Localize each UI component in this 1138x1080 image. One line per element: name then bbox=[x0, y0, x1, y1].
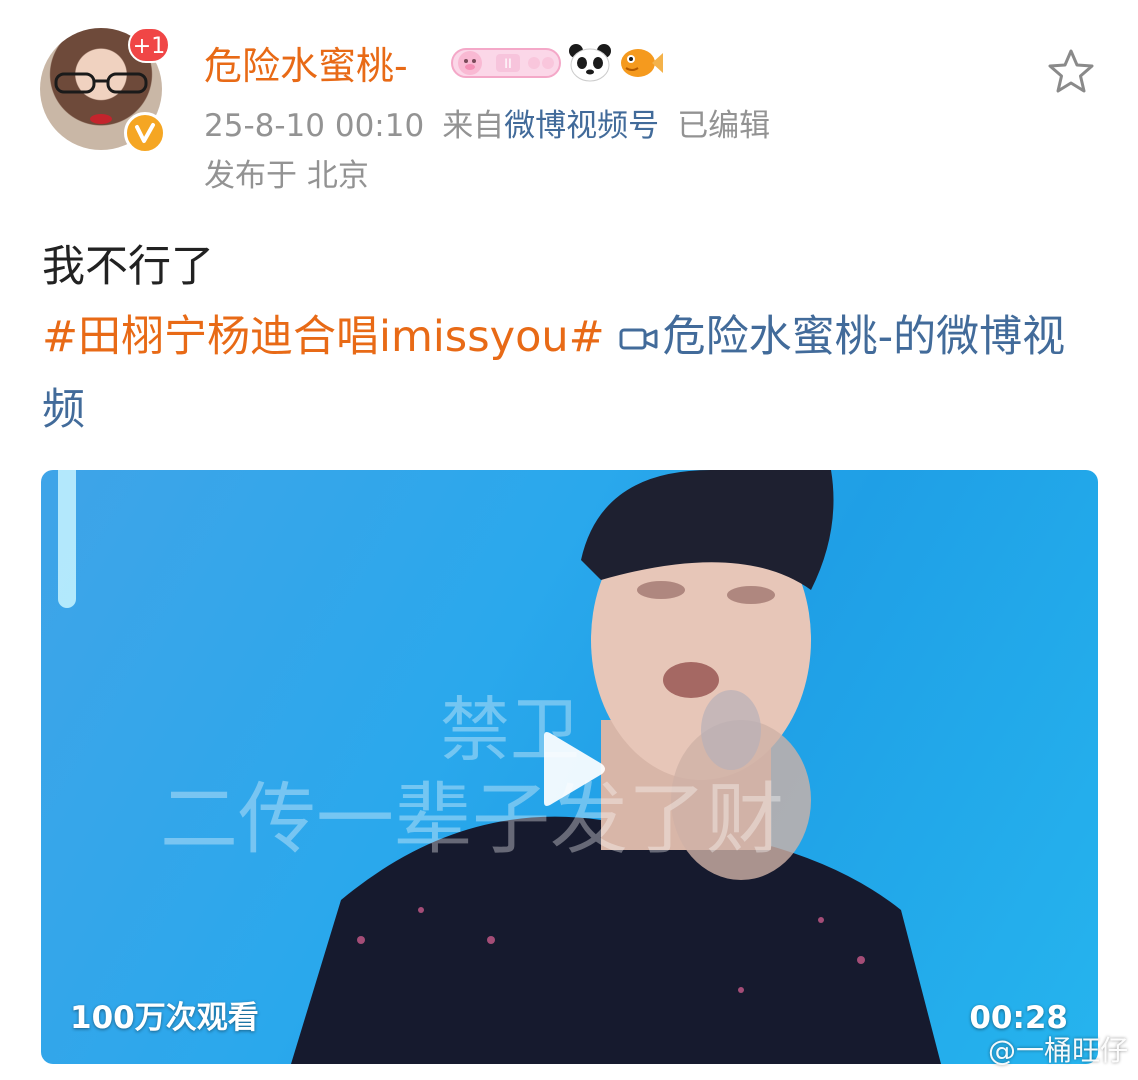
source-prefix: 来自 bbox=[442, 108, 505, 144]
goldfish-emoji-icon bbox=[618, 43, 664, 87]
source-link[interactable]: 微博视频号 bbox=[504, 108, 659, 144]
pig-badge-icon: II bbox=[450, 43, 562, 87]
post-body: 我不行了 #田栩宁杨迪合唱imissyou# 危险水蜜桃-的微博视频 bbox=[42, 232, 1102, 445]
panda-emoji-icon bbox=[568, 43, 612, 87]
glasses-graphic bbox=[54, 72, 148, 94]
post-text: 我不行了 bbox=[42, 242, 214, 292]
subtitle-line-2: 二传一辈子发了财 bbox=[160, 775, 784, 865]
svg-text:II: II bbox=[504, 55, 512, 71]
edited-label[interactable]: 已编辑 bbox=[677, 108, 770, 144]
view-count: 100万次观看 bbox=[70, 1000, 259, 1036]
post-location: 发布于 北京 bbox=[204, 158, 369, 194]
notification-badge: +1 bbox=[128, 27, 170, 63]
username[interactable]: 危险水蜜桃- bbox=[204, 42, 408, 90]
weibo-post: +1 危险水蜜桃- II 25-8-10 00:10 来自微博视频号 已编辑 发… bbox=[0, 0, 1138, 1080]
verified-badge-icon bbox=[124, 112, 166, 154]
play-button[interactable] bbox=[528, 728, 610, 810]
post-timestamp: 25-8-10 00:10 bbox=[204, 108, 425, 144]
video-camera-icon bbox=[619, 305, 659, 375]
user-emoji-row: II bbox=[450, 42, 664, 88]
lips-graphic bbox=[90, 114, 112, 124]
hashtag-link[interactable]: #田栩宁杨迪合唱imissyou# bbox=[42, 312, 605, 362]
progress-indicator bbox=[58, 470, 76, 608]
star-icon[interactable] bbox=[1046, 48, 1096, 94]
play-icon bbox=[544, 732, 605, 806]
post-meta: 25-8-10 00:10 来自微博视频号 已编辑 bbox=[204, 106, 770, 146]
site-watermark: @一桶旺仔 bbox=[987, 1034, 1128, 1067]
